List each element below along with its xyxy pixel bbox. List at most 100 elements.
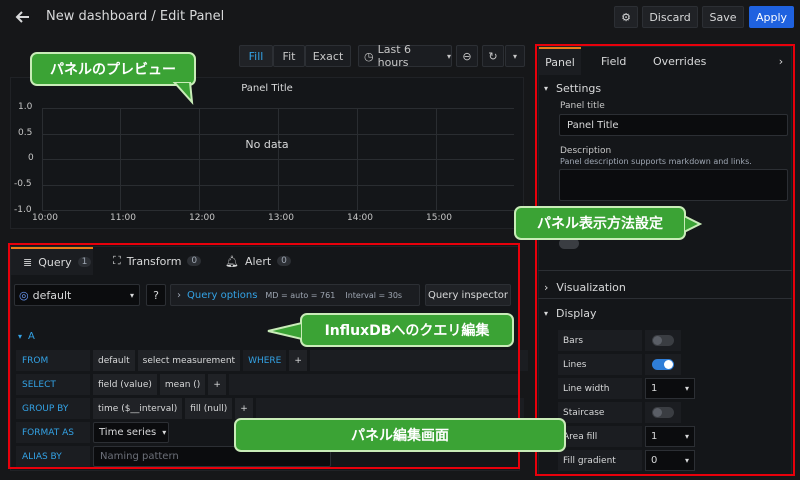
add-group-by-button[interactable]: +: [235, 398, 253, 419]
tab-panel[interactable]: Panel: [539, 47, 581, 75]
clock-icon: ◷: [364, 49, 374, 63]
chevron-down-icon: ▾: [684, 384, 689, 393]
lines-label: Lines: [558, 354, 642, 375]
settings-section-header[interactable]: ▾ Settings: [538, 77, 792, 99]
tab-alert[interactable]: 🔔︎ Alert 0: [225, 247, 291, 275]
line-width-select[interactable]: 1 ▾: [645, 378, 695, 399]
chevron-down-icon: ▾: [129, 290, 134, 300]
y-tick: 1.0: [18, 102, 33, 112]
y-tick: 0.5: [18, 128, 33, 138]
apply-button[interactable]: Apply: [749, 6, 794, 28]
tab-overrides[interactable]: Overrides: [653, 47, 706, 75]
description-hint: Panel description supports markdown and …: [560, 157, 752, 166]
tab-query[interactable]: ≣ Query 1: [11, 247, 93, 275]
fill-gradient-label: Fill gradient: [558, 450, 642, 471]
query-edit-callout: InfluxDBへのクエリ編集: [300, 313, 514, 347]
measurement-select[interactable]: select measurement: [137, 350, 241, 371]
display-section-header[interactable]: ▾ Display: [538, 302, 792, 324]
from-label: FROM: [16, 350, 90, 371]
chevron-down-icon: ▾: [512, 51, 517, 61]
datasource-picker[interactable]: ◎ default ▾: [14, 284, 140, 306]
refresh-interval-dropdown[interactable]: ▾: [505, 45, 525, 67]
x-tick: 11:00: [110, 213, 136, 223]
discard-button[interactable]: Discard: [642, 6, 698, 28]
zoom-out-button[interactable]: ⊖: [456, 45, 478, 67]
group-by-row: GROUP BY time ($__interval) fill (null) …: [16, 398, 524, 419]
chevron-right-icon: ›: [778, 54, 784, 68]
where-label: WHERE: [243, 350, 287, 371]
visualization-section-header[interactable]: › Visualization: [538, 276, 792, 298]
description-input[interactable]: [559, 169, 788, 201]
page-title: New dashboard / Edit Panel: [46, 9, 225, 24]
alias-label: ALIAS BY: [16, 446, 90, 467]
top-bar: New dashboard / Edit Panel ⚙ Discard Sav…: [0, 0, 800, 34]
description-label: Description: [560, 146, 612, 156]
save-button[interactable]: Save: [702, 6, 744, 28]
tab-field[interactable]: Field: [601, 47, 626, 75]
query-inspector-button[interactable]: Query inspector: [425, 284, 511, 306]
y-tick: -0.5: [14, 179, 32, 189]
query-ref-id[interactable]: ▾ A: [18, 331, 35, 342]
help-button[interactable]: ?: [146, 284, 166, 306]
refresh-button[interactable]: ↻: [482, 45, 504, 67]
group-by-fill[interactable]: fill (null): [185, 398, 233, 419]
preview-callout: パネルのプレビュー: [30, 52, 196, 86]
collapse-pane-button[interactable]: ›: [771, 47, 791, 75]
exact-option[interactable]: Exact: [305, 45, 351, 67]
settings-button[interactable]: ⚙: [614, 6, 638, 28]
bars-label: Bars: [558, 330, 642, 351]
panel-title-input[interactable]: Panel Title: [559, 114, 788, 136]
staircase-toggle[interactable]: [645, 402, 681, 423]
chevron-down-icon: ▾: [684, 456, 689, 465]
callout-pointer: [267, 322, 302, 340]
database-icon: ≣: [23, 255, 33, 269]
lines-toggle[interactable]: [645, 354, 681, 375]
x-tick: 14:00: [347, 213, 373, 223]
add-where-button[interactable]: +: [289, 350, 307, 371]
chevron-down-icon: ▾: [162, 428, 167, 437]
select-field[interactable]: field (value): [93, 374, 157, 395]
panel-edit-callout: パネル編集画面: [234, 418, 566, 452]
chevron-down-icon: ▾: [684, 432, 689, 441]
transform-icon: ⛶: [113, 254, 121, 267]
chevron-right-icon: ›: [177, 289, 181, 301]
no-data-message: No data: [245, 138, 289, 151]
from-row: FROM default select measurement WHERE +: [16, 350, 528, 371]
group-by-label: GROUP BY: [16, 398, 90, 419]
line-width-label: Line width: [558, 378, 642, 399]
x-tick: 13:00: [268, 213, 294, 223]
options-tabs: Panel Field Overrides ›: [539, 47, 791, 75]
x-tick: 12:00: [189, 213, 215, 223]
group-by-time[interactable]: time ($__interval): [93, 398, 183, 419]
format-select[interactable]: Time series ▾: [93, 422, 169, 443]
bars-toggle[interactable]: [645, 330, 681, 351]
staircase-label: Staircase: [558, 402, 642, 423]
chevron-down-icon: ▾: [18, 332, 23, 341]
influxdb-icon: ◎: [19, 288, 29, 302]
time-range-label: Last 6 hours: [377, 43, 412, 69]
refresh-icon: ↻: [488, 49, 498, 63]
select-row: SELECT field (value) mean () +: [16, 374, 519, 395]
y-tick: 0: [28, 153, 34, 163]
area-fill-select[interactable]: 1 ▾: [645, 426, 695, 447]
panel-title-label: Panel title: [560, 101, 605, 111]
x-tick: 15:00: [426, 213, 452, 223]
retention-policy[interactable]: default: [93, 350, 135, 371]
fill-option[interactable]: Fill: [239, 45, 273, 67]
fill-gradient-select[interactable]: 0 ▾: [645, 450, 695, 471]
time-range-picker[interactable]: ◷ Last 6 hours ▾: [358, 43, 452, 69]
back-arrow-icon[interactable]: [14, 9, 32, 25]
add-select-button[interactable]: +: [208, 374, 226, 395]
query-options[interactable]: › Query options MD = auto = 761 Interval…: [170, 284, 420, 306]
query-tabs: ≣ Query 1 ⛶ Transform 0 🔔︎ Alert 0: [11, 247, 519, 275]
zoom-out-icon: ⊖: [462, 49, 472, 63]
area-fill-label: Area fill: [558, 426, 642, 447]
bell-icon: 🔔︎: [225, 254, 239, 268]
select-mean[interactable]: mean (): [159, 374, 206, 395]
tab-transform[interactable]: ⛶ Transform 0: [113, 247, 202, 275]
select-label: SELECT: [16, 374, 90, 395]
chevron-down-icon: ▾: [544, 83, 549, 93]
gear-icon: ⚙: [621, 10, 631, 24]
fit-option[interactable]: Fit: [273, 45, 305, 67]
graph-grid: [42, 108, 514, 211]
